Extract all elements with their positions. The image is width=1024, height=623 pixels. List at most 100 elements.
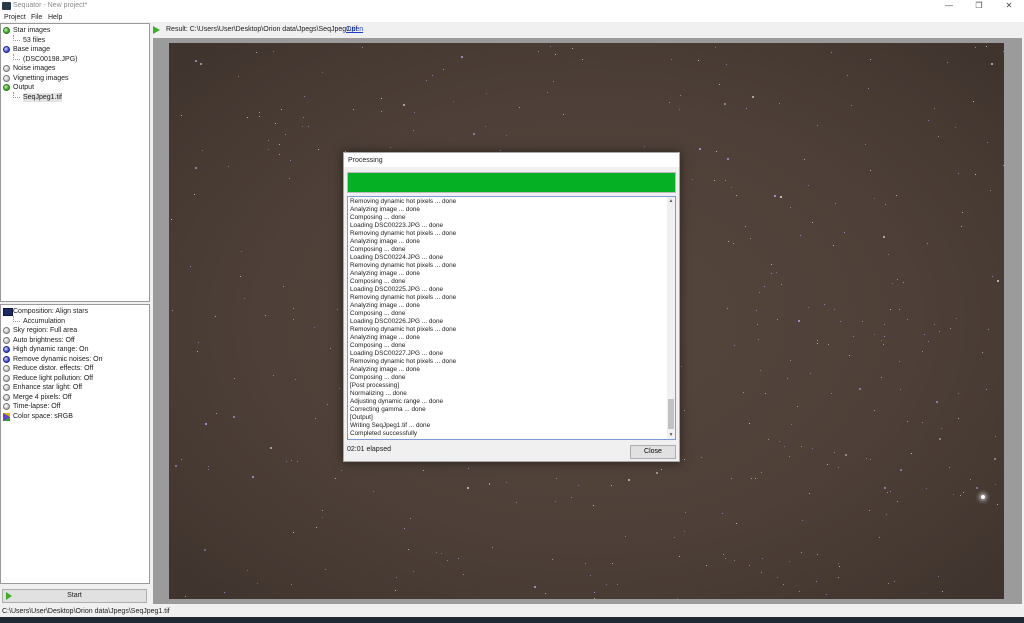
option-item[interactable]: High dynamic range: On	[13, 345, 88, 354]
star	[714, 179, 716, 181]
gray-status-icon	[3, 65, 10, 72]
minimize-button[interactable]: —	[934, 0, 964, 12]
star	[467, 467, 469, 469]
star	[887, 582, 889, 584]
close-button[interactable]: Close	[630, 445, 676, 459]
star	[972, 101, 974, 103]
log-line: Completed successfully	[350, 430, 418, 437]
option-item[interactable]: Sky region: Full area	[13, 326, 77, 335]
option-item[interactable]: Composition: Align stars	[13, 307, 88, 316]
star	[724, 558, 726, 560]
star	[761, 557, 763, 559]
star	[404, 527, 405, 529]
star	[258, 112, 260, 114]
star	[748, 422, 750, 424]
menu-project[interactable]: Project	[4, 14, 26, 21]
star	[982, 352, 984, 354]
tree-item[interactable]: 53 files	[23, 36, 45, 45]
star	[838, 563, 840, 565]
star	[324, 568, 326, 570]
star	[921, 351, 923, 353]
star	[207, 469, 209, 471]
star	[408, 548, 410, 550]
log-line: Correcting gamma ... done	[350, 406, 426, 413]
star	[781, 283, 783, 285]
star	[874, 333, 876, 335]
star	[610, 484, 612, 486]
green-status-icon	[3, 27, 10, 34]
scroll-up-icon[interactable]: ▲	[667, 197, 675, 205]
log-textbox[interactable]: Removing dynamic hot pixels ... done Anal…	[347, 196, 676, 440]
log-line: Adjusting dynamic range ... done	[350, 398, 444, 405]
option-item[interactable]: Reduce light pollution: Off	[13, 374, 93, 383]
tree-item[interactable]: SeqJpeg1.tif	[23, 92, 62, 102]
star	[940, 428, 942, 430]
star	[243, 298, 245, 300]
scroll-down-icon[interactable]: ▼	[667, 431, 675, 439]
log-scrollbar[interactable]: ▲ ▼	[667, 197, 675, 439]
star	[315, 526, 317, 528]
star	[706, 565, 708, 567]
star	[489, 484, 491, 486]
scroll-thumb[interactable]	[668, 399, 674, 429]
star	[897, 279, 899, 281]
star	[897, 500, 899, 502]
star	[748, 565, 750, 567]
start-button[interactable]: Start	[2, 589, 147, 603]
star	[990, 190, 992, 192]
star	[960, 226, 962, 228]
maximize-button[interactable]: ❐	[964, 0, 994, 12]
star	[171, 309, 173, 311]
star	[809, 492, 811, 494]
star	[890, 308, 892, 310]
star	[833, 451, 835, 453]
option-item[interactable]: Accumulation	[23, 317, 65, 326]
star	[778, 441, 780, 443]
open-link[interactable]: Open	[346, 24, 363, 36]
star	[321, 517, 323, 519]
star	[975, 487, 978, 490]
tree-item[interactable]: (DSC00198.JPG)	[23, 55, 77, 64]
star	[779, 103, 780, 105]
star	[808, 185, 810, 187]
star	[680, 366, 682, 368]
option-item[interactable]: Auto brightness: Off	[13, 336, 75, 345]
option-item[interactable]: Remove dynamic noises: On	[13, 355, 102, 364]
star	[824, 303, 826, 305]
menu-help[interactable]: Help	[48, 14, 62, 21]
star	[624, 536, 626, 538]
tree-item[interactable]: Vignetting images	[13, 74, 69, 83]
star	[803, 159, 805, 161]
star	[898, 361, 900, 363]
star	[698, 60, 700, 62]
star	[446, 559, 448, 561]
star	[816, 125, 818, 127]
star	[337, 309, 339, 311]
tree-item[interactable]: Noise images	[13, 64, 55, 73]
star	[869, 459, 871, 461]
close-window-button[interactable]: ✕	[994, 0, 1024, 12]
option-item[interactable]: Reduce distor. effects: Off	[13, 364, 93, 373]
star	[361, 47, 363, 49]
star	[515, 502, 517, 504]
star	[223, 592, 225, 594]
star	[880, 340, 882, 342]
option-item[interactable]: Enhance star light: Off	[13, 383, 82, 392]
option-item[interactable]: Color space: sRGB	[13, 412, 73, 421]
color-space-icon	[3, 412, 10, 421]
gray-status-icon	[3, 403, 10, 410]
menu-file[interactable]: File	[31, 14, 42, 21]
star	[954, 126, 956, 128]
star	[413, 111, 415, 113]
star	[251, 476, 254, 479]
star	[771, 263, 773, 265]
star	[303, 95, 305, 97]
star	[736, 522, 738, 524]
option-item[interactable]: Time-lapse: Off	[13, 402, 60, 411]
star	[466, 487, 469, 490]
star	[317, 149, 319, 151]
star	[544, 593, 546, 595]
option-item[interactable]: Merge 4 pixels: Off	[13, 393, 72, 402]
star	[733, 243, 735, 245]
star	[247, 569, 249, 571]
